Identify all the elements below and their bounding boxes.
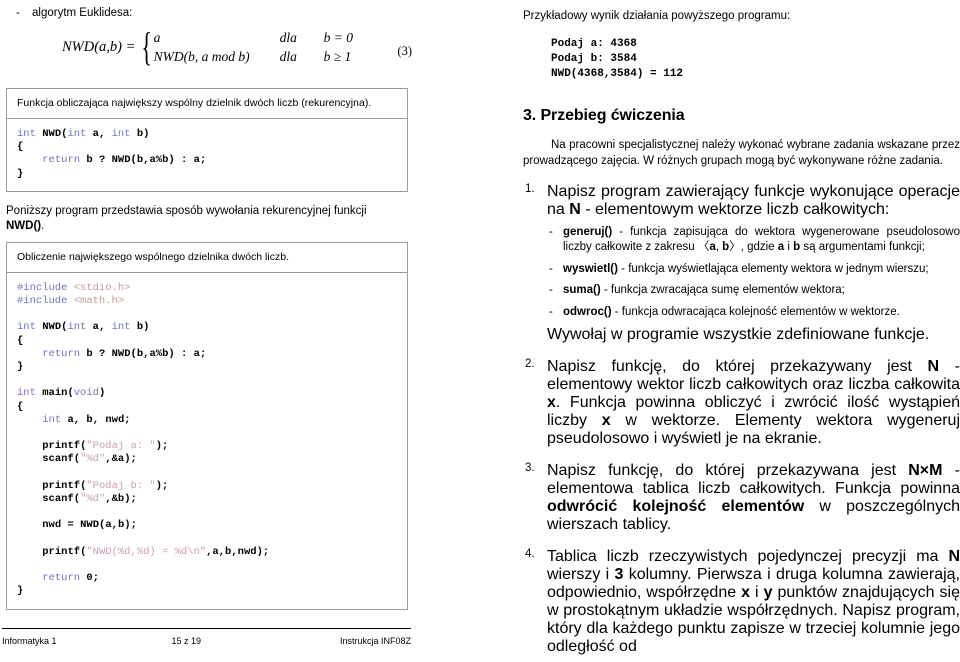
euclid-bullet-label: algorytm Euklidesa:	[32, 7, 133, 19]
task-text: Napisz program zawierający funkcje wykon…	[547, 183, 960, 218]
listing2-caption: Obliczenie największego wspólnego dzieln…	[7, 243, 407, 273]
euclid-formula-row: NWD(a,b) = { a dla b = 0 NWD(b, a mod b)…	[2, 24, 412, 80]
euclid-formula: NWD(a,b) = { a dla b = 0 NWD(b, a mod b)…	[62, 24, 353, 69]
task-subitem-list: generuj() - funkcja zapisująca do wektor…	[547, 225, 960, 320]
task-subitem: wyswietl() - funkcja wyświetlająca eleme…	[547, 262, 960, 278]
bullet-dash-icon: -	[16, 7, 20, 19]
footer-right-label: Instrukcja INF08Z	[339, 636, 411, 646]
listing-box-1: Funkcja obliczająca największy wspólny d…	[6, 88, 408, 192]
task-item: Napisz funkcję, do której przekazywana j…	[523, 462, 960, 534]
task-item: Napisz program zawierający funkcje wykon…	[523, 183, 960, 344]
result-intro: Przykładowy wynik działania powyższego p…	[523, 10, 791, 22]
listing2-code: #include <stdio.h> #include <math.h> int…	[17, 281, 270, 598]
case1-dla: dla	[279, 30, 297, 45]
page-left: - algorytm Euklidesa: NWD(a,b) = { a dla…	[0, 0, 480, 662]
euclid-bullet: - algorytm Euklidesa:	[2, 6, 412, 20]
case1-expression: a	[153, 30, 161, 45]
formula-lhs: NWD(a,b) =	[62, 38, 136, 55]
footer-left-label: Informatyka 1	[2, 636, 57, 646]
footer-left: Informatyka 1 15 z 19 Instrukcja INF08Z	[2, 628, 411, 654]
intro-paragraph: Poniższy program przedstawia sposób wywo…	[6, 204, 367, 232]
formula-case-1: a dla b = 0	[154, 28, 353, 47]
listing-box-2: Obliczenie największego wspólnego dzieln…	[6, 241, 408, 610]
task-subitem: suma() - funkcja zwracająca sumę element…	[547, 283, 960, 299]
console-output: Podaj a: 4368 Podaj b: 3584 NWD(4368,358…	[551, 38, 684, 80]
task-item: Tablica liczb rzeczywistych pojedynczej …	[523, 548, 960, 656]
case1-condition: b = 0	[323, 30, 353, 45]
task-text: Napisz funkcję, do której przekazywany j…	[547, 358, 960, 448]
listing1-caption: Funkcja obliczająca największy wspólny d…	[7, 89, 407, 119]
task-subitem: generuj() - funkcja zapisująca do wektor…	[547, 225, 960, 256]
page-right: Przykładowy wynik działania powyższego p…	[480, 0, 960, 662]
task-text: Napisz funkcję, do której przekazywana j…	[547, 462, 960, 534]
section-intro: Na pracowni specjalistycznej należy wyko…	[523, 139, 960, 167]
formula-cases: a dla b = 0 NWD(b, a mod b) dla b ≥ 1	[154, 28, 353, 66]
formula-case-2: NWD(b, a mod b) dla b ≥ 1	[154, 47, 353, 66]
case2-expression: NWD(b, a mod b)	[153, 49, 250, 64]
task-list: Napisz program zawierający funkcje wykon…	[523, 183, 960, 656]
formula-brace-icon: {	[141, 24, 153, 69]
task-subitem: odwroc() - funkcja odwracająca kolejność…	[547, 305, 960, 321]
footer-page-number: 15 z 19	[171, 636, 202, 646]
case2-condition: b ≥ 1	[323, 49, 352, 64]
task-item: Napisz funkcję, do której przekazywany j…	[523, 358, 960, 448]
task-text: Tablica liczb rzeczywistych pojedynczej …	[547, 548, 960, 656]
section-heading: 3. Przebieg ćwiczenia	[523, 107, 685, 125]
task-after-text: Wywołaj w programie wszystkie zdefiniowa…	[547, 326, 930, 344]
equation-number: (3)	[397, 44, 412, 58]
listing1-code: int NWD(int a, int b) { return b ? NWD(b…	[17, 128, 207, 180]
case2-dla: dla	[279, 49, 297, 64]
